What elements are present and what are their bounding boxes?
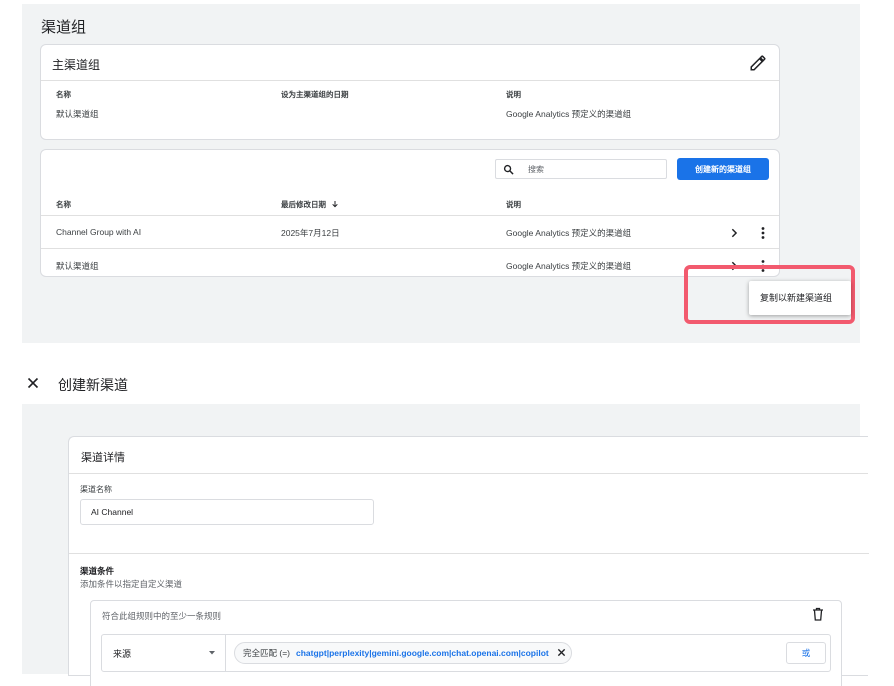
rule-group: 符合此组规则中的至少一条规则 来源 完全匹配 (=) chatgpt|perple… bbox=[90, 600, 842, 686]
list-header-modified[interactable]: 最后修改日期 bbox=[281, 199, 339, 210]
pencil-icon[interactable] bbox=[749, 54, 767, 72]
create-channel-group-button[interactable]: 创建新的渠道组 bbox=[677, 158, 769, 180]
sort-arrow-down-icon bbox=[332, 201, 338, 208]
conditions-subtitle: 添加条件以指定自定义渠道 bbox=[80, 579, 183, 589]
search-input[interactable] bbox=[528, 162, 658, 176]
primary-card-title: 主渠道组 bbox=[52, 58, 101, 72]
create-channel-panel: 渠道详情 渠道名称 渠道条件 添加条件以指定自定义渠道 符合此组规则中的至少一条… bbox=[22, 404, 869, 686]
list-header-name: 名称 bbox=[56, 200, 71, 209]
chevron-right-icon[interactable] bbox=[729, 228, 739, 238]
caret-down-icon bbox=[209, 651, 215, 655]
row-divider bbox=[41, 215, 779, 216]
row-1-modified: 2025年7月12日 bbox=[281, 228, 340, 238]
row-context-menu: 复制以新建渠道组 bbox=[749, 281, 851, 315]
details-title: 渠道详情 bbox=[81, 452, 125, 464]
row-2-desc: Google Analytics 预定义的渠道组 bbox=[506, 261, 632, 271]
channel-name-label: 渠道名称 bbox=[80, 485, 112, 494]
condition-operator: 完全匹配 (=) bbox=[243, 648, 290, 658]
conditions-title: 渠道条件 bbox=[80, 566, 115, 576]
primary-card-header: 主渠道组 bbox=[41, 45, 779, 81]
page-title: 渠道组 bbox=[41, 19, 87, 36]
list-header-modified-label: 最后修改日期 bbox=[281, 200, 326, 209]
primary-header-name: 名称 bbox=[56, 90, 71, 99]
details-header: 渠道详情 bbox=[69, 437, 868, 474]
or-button[interactable]: 或 bbox=[786, 642, 826, 664]
condition-chip[interactable]: 完全匹配 (=) chatgpt|perplexity|gemini.google… bbox=[234, 642, 572, 664]
condition-values: chatgpt|perplexity|gemini.google.com|cha… bbox=[296, 648, 549, 658]
row-2-name: 默认渠道组 bbox=[56, 261, 99, 271]
row-1-desc: Google Analytics 预定义的渠道组 bbox=[506, 228, 632, 238]
primary-header-desc: 说明 bbox=[506, 90, 521, 99]
list-header-desc: 说明 bbox=[506, 200, 521, 209]
primary-header-date: 设为主渠道组的日期 bbox=[281, 90, 349, 99]
close-icon[interactable] bbox=[557, 648, 566, 657]
channel-details-card: 渠道详情 渠道名称 渠道条件 添加条件以指定自定义渠道 符合此组规则中的至少一条… bbox=[68, 436, 869, 686]
primary-row-name: 默认渠道组 bbox=[56, 109, 99, 119]
dimension-value: 来源 bbox=[113, 649, 132, 659]
copy-to-new-group-menu-item[interactable]: 复制以新建渠道组 bbox=[760, 291, 832, 304]
primary-row-desc: Google Analytics 预定义的渠道组 bbox=[506, 109, 632, 119]
row-divider bbox=[41, 248, 779, 249]
close-icon[interactable] bbox=[27, 377, 39, 389]
more-vert-icon[interactable] bbox=[758, 227, 768, 239]
dialog-title: 创建新渠道 bbox=[58, 377, 128, 393]
search-icon bbox=[503, 164, 514, 175]
dimension-select[interactable]: 来源 bbox=[102, 635, 226, 671]
rule-group-label: 符合此组规则中的至少一条规则 bbox=[102, 611, 222, 621]
primary-channel-group-card: 主渠道组 名称 设为主渠道组的日期 说明 默认渠道组 Google Analyt… bbox=[40, 44, 780, 140]
row-1-name: Channel Group with AI bbox=[56, 227, 142, 237]
channel-groups-list-card: 创建新的渠道组 名称 最后修改日期 说明 Channel Group with … bbox=[40, 149, 780, 277]
channel-name-input[interactable] bbox=[80, 499, 374, 525]
rule-row: 来源 完全匹配 (=) chatgpt|perplexity|gemini.goo… bbox=[101, 634, 831, 672]
search-box[interactable] bbox=[495, 159, 667, 179]
trash-icon[interactable] bbox=[812, 607, 824, 621]
section-divider bbox=[69, 553, 869, 554]
